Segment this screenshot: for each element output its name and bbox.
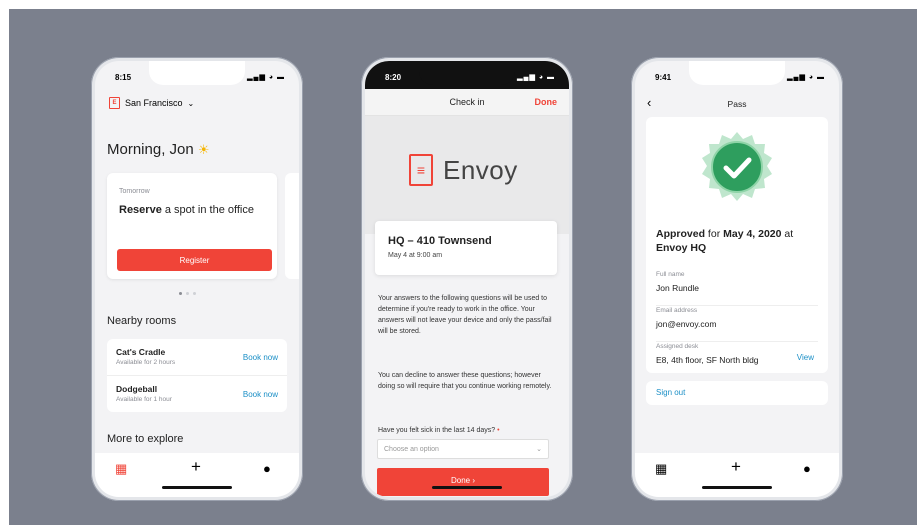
approved-at-text: at: [781, 228, 794, 240]
brand-name: Envoy: [443, 154, 518, 185]
checkin-screen: 8:20 ▂▄▆ ◕ ▬ Check in Done ≡ Envoy HQ – …: [365, 61, 569, 497]
field-label: Email address: [656, 307, 698, 314]
city-name: San Francisco: [125, 98, 183, 108]
person-icon[interactable]: ●: [263, 461, 271, 476]
room-name: Dodgeball: [116, 384, 158, 394]
card-action-text: Reserve a spot in the office: [119, 203, 259, 218]
greeting: Morning, Jon ☀: [107, 141, 210, 158]
chevron-down-icon: ⌄: [536, 446, 542, 453]
home-screen: 8:15 ▂▄▆ ◕ ▬ E San Francisco ⌄ Morning, …: [95, 61, 299, 497]
carousel-dots: [179, 292, 196, 295]
reserve-card: Tomorrow Reserve a spot in the office Re…: [107, 173, 277, 279]
location-name: HQ – 410 Townsend: [388, 235, 492, 247]
book-now-link[interactable]: Book now: [243, 390, 278, 399]
field-label: Full name: [656, 271, 685, 278]
list-item: Dodgeball Available for 1 hour Book now: [107, 376, 287, 412]
room-availability: Available for 2 hours: [116, 359, 176, 366]
view-desk-link[interactable]: View: [797, 353, 814, 362]
home-indicator: [432, 486, 502, 489]
tab-bar: ▦ + ●: [635, 453, 839, 497]
sign-out-link[interactable]: Sign out: [646, 381, 828, 405]
question: Have you felt sick in the last 14 days? …: [378, 427, 500, 434]
decline-paragraph: You can decline to answer these question…: [378, 372, 552, 390]
approved-label: Approved: [656, 228, 706, 240]
building-icon[interactable]: ▦: [115, 461, 127, 477]
sheet-header: Check in Done: [365, 89, 569, 116]
home-indicator: [162, 486, 232, 489]
tab-bar: ▦ + ●: [95, 453, 299, 497]
phone-pass: 9:41 ▂▄▆ ◕ ▬ ‹ Pass Approved for May 4, …: [631, 57, 843, 501]
carousel-dot[interactable]: [179, 292, 182, 295]
required-mark: •: [497, 427, 500, 434]
envoy-logo-icon: ≡: [409, 154, 433, 186]
notch: [419, 61, 515, 85]
card-action-rest: a spot in the office: [161, 204, 254, 216]
envoy-logo-icon: E: [109, 97, 120, 109]
card-action-bold: Reserve: [119, 204, 162, 216]
notch: [149, 61, 245, 85]
plus-icon[interactable]: +: [191, 457, 201, 477]
status-time: 8:15: [115, 73, 132, 82]
next-card-peek[interactable]: [285, 173, 299, 279]
plus-icon[interactable]: +: [731, 457, 741, 477]
nav-bar: ‹ Pass: [635, 91, 839, 115]
approval-status: Approved for May 4, 2020 at Envoy HQ: [656, 227, 816, 255]
field-label: Assigned desk: [656, 343, 699, 350]
approved-place: Envoy HQ: [656, 242, 707, 254]
status-time: 9:41: [655, 73, 672, 82]
location-card: HQ – 410 Townsend May 4 at 9:00 am: [375, 221, 557, 275]
field-value: E8, 4th floor, SF North bldg: [656, 355, 759, 365]
backdrop: 8:15 ▂▄▆ ◕ ▬ E San Francisco ⌄ Morning, …: [9, 9, 917, 525]
notch: [689, 61, 785, 85]
status-icons: ▂▄▆ ◕ ▬: [517, 74, 555, 81]
status-icons: ▂▄▆ ◕ ▬: [787, 74, 825, 81]
question-text: Have you felt sick in the last 14 days?: [378, 427, 496, 434]
rooms-list: Cat's Cradle Available for 2 hours Book …: [107, 339, 287, 412]
phone-checkin: 8:20 ▂▄▆ ◕ ▬ Check in Done ≡ Envoy HQ – …: [361, 57, 573, 501]
status-time: 8:20: [385, 73, 402, 82]
checkin-date: May 4 at 9:00 am: [388, 252, 443, 259]
email-field: Email address jon@envoy.com: [656, 305, 818, 342]
full-name-field: Full name Jon Rundle: [656, 269, 818, 306]
sun-icon: ☀: [197, 142, 210, 157]
phone-home: 8:15 ▂▄▆ ◕ ▬ E San Francisco ⌄ Morning, …: [91, 57, 303, 501]
brand-hero: ≡ Envoy: [365, 116, 569, 234]
done-button[interactable]: Done ›: [377, 468, 549, 496]
card-when: Tomorrow: [119, 188, 150, 195]
field-value: jon@envoy.com: [656, 319, 717, 329]
city-selector[interactable]: E San Francisco ⌄: [109, 97, 194, 109]
pass-screen: 9:41 ▂▄▆ ◕ ▬ ‹ Pass Approved for May 4, …: [635, 61, 839, 497]
approved-seal-icon: [702, 132, 772, 201]
carousel-dot[interactable]: [193, 292, 196, 295]
approved-date: May 4, 2020: [723, 228, 782, 240]
book-now-link[interactable]: Book now: [243, 353, 278, 362]
select-placeholder: Choose an option: [384, 446, 439, 453]
done-link[interactable]: Done: [535, 97, 558, 107]
assigned-desk-field: Assigned desk E8, 4th floor, SF North bl…: [656, 341, 818, 377]
approved-for-text: for: [705, 228, 724, 240]
answer-select[interactable]: Choose an option ⌄: [377, 439, 549, 459]
list-item: Cat's Cradle Available for 2 hours Book …: [107, 339, 287, 376]
status-icons: ▂▄▆ ◕ ▬: [247, 74, 285, 81]
page-title: Pass: [727, 99, 747, 109]
register-button[interactable]: Register: [117, 249, 272, 271]
pass-card: Approved for May 4, 2020 at Envoy HQ Ful…: [646, 117, 828, 373]
building-icon[interactable]: ▦: [655, 461, 667, 477]
nearby-rooms-title: Nearby rooms: [107, 315, 177, 327]
chevron-down-icon: ⌄: [187, 98, 195, 108]
intro-paragraph: Your answers to the following questions …: [378, 295, 552, 335]
field-value: Jon Rundle: [656, 283, 700, 293]
room-availability: Available for 1 hour: [116, 396, 172, 403]
home-indicator: [702, 486, 772, 489]
greeting-text: Morning, Jon: [107, 141, 194, 158]
envoy-brand: ≡ Envoy: [409, 154, 518, 186]
person-icon[interactable]: ●: [803, 461, 811, 476]
more-to-explore-title: More to explore: [107, 433, 184, 445]
carousel-dot[interactable]: [186, 292, 189, 295]
room-name: Cat's Cradle: [116, 347, 166, 357]
